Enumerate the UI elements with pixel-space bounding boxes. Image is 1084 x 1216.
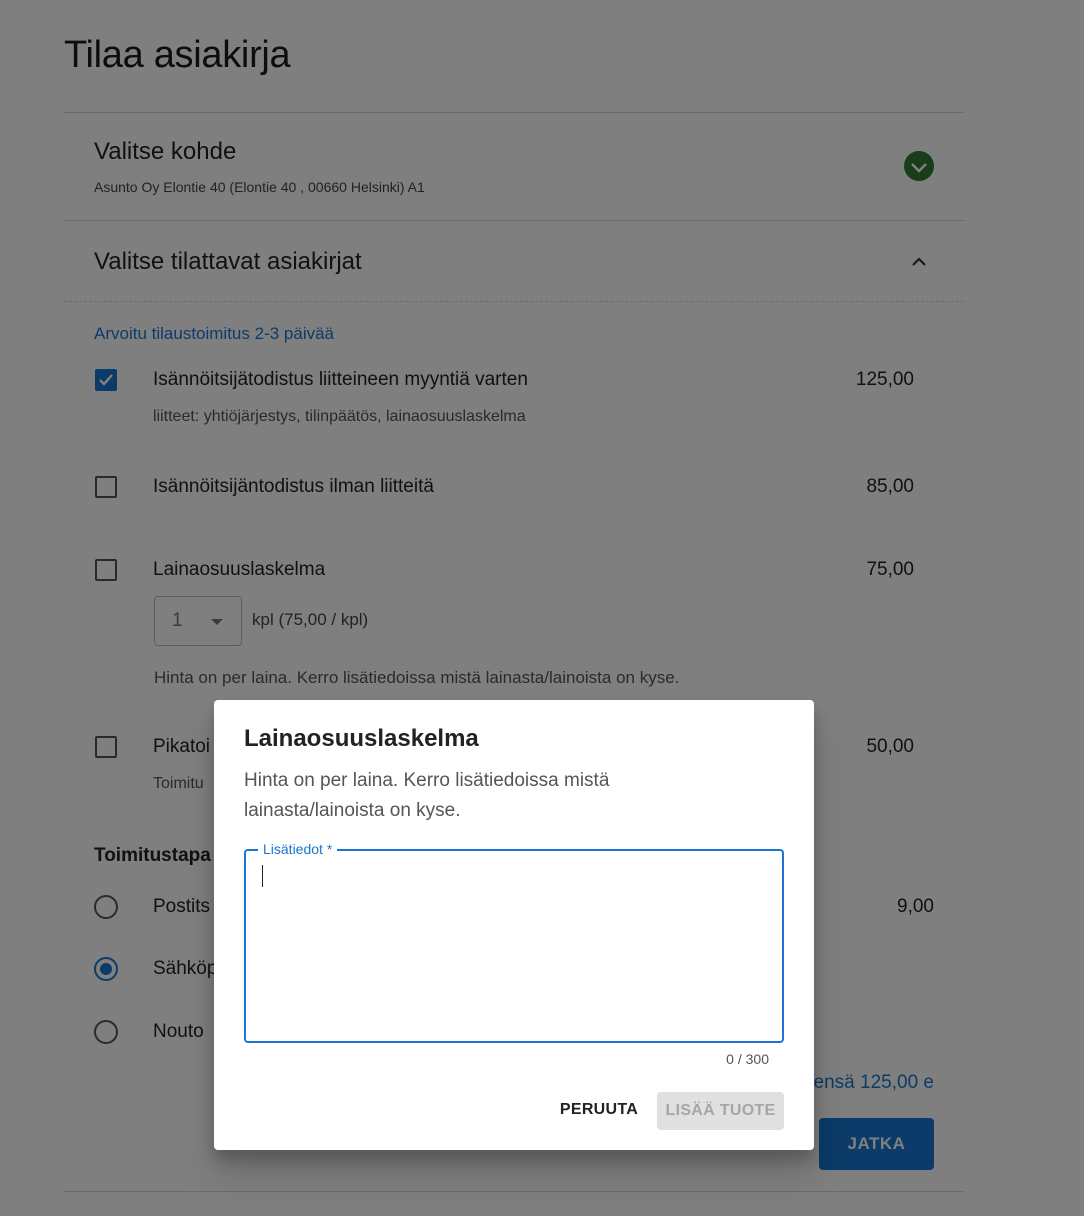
- add-product-dialog: Lainaosuuslaskelma Hinta on per laina. K…: [214, 700, 814, 1150]
- add-product-button[interactable]: LISÄÄ TUOTE: [657, 1092, 784, 1130]
- dialog-text: Hinta on per laina. Kerro lisätiedoissa …: [244, 770, 610, 821]
- dialog-title: Lainaosuuslaskelma: [244, 725, 479, 752]
- char-counter: 0 / 300: [726, 1051, 769, 1067]
- cancel-button[interactable]: PERUUTA: [554, 1092, 644, 1128]
- text-cursor: [262, 865, 263, 887]
- field-label: Lisätiedot *: [258, 841, 338, 857]
- additional-info-field[interactable]: Lisätiedot *: [244, 841, 784, 1043]
